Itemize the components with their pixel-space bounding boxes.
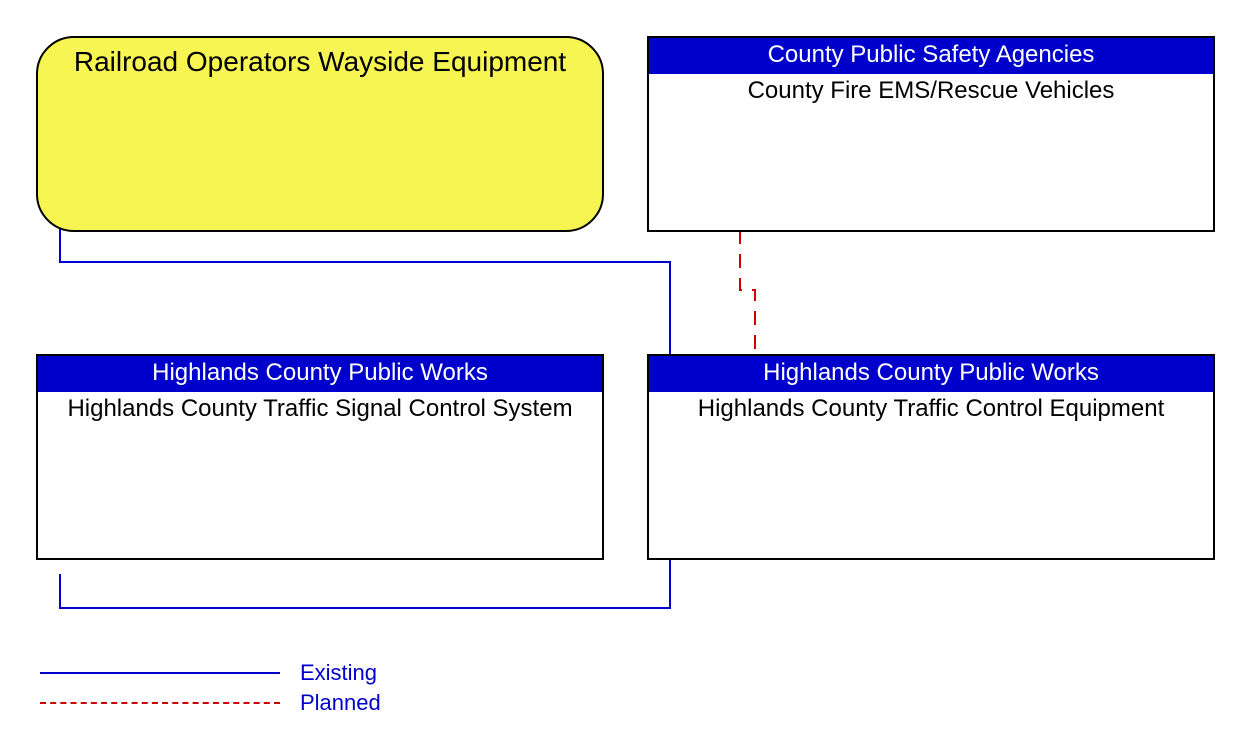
node-railroad-wayside-equipment[interactable]: Railroad Operators Wayside Equipment [36, 36, 604, 232]
legend-line-existing [40, 672, 280, 674]
node-hcpw-equip-header: Highlands County Public Works [649, 356, 1213, 392]
connector-railroad-to-equipment [60, 228, 670, 354]
legend-line-planned [40, 702, 280, 704]
node-county-safety-body: County Fire EMS/Rescue Vehicles [649, 74, 1213, 104]
legend: Existing Planned [40, 658, 381, 718]
legend-row-existing: Existing [40, 658, 381, 688]
node-hcpw-signal-body: Highlands County Traffic Signal Control … [38, 392, 602, 422]
node-hc-traffic-control-equipment[interactable]: Highlands County Public Works Highlands … [647, 354, 1215, 560]
node-hc-traffic-signal-control-system[interactable]: Highlands County Public Works Highlands … [36, 354, 604, 560]
node-railroad-title: Railroad Operators Wayside Equipment [74, 38, 566, 78]
legend-row-planned: Planned [40, 688, 381, 718]
diagram-canvas: Railroad Operators Wayside Equipment Cou… [0, 0, 1252, 746]
legend-label-existing: Existing [300, 660, 377, 686]
node-hcpw-equip-body: Highlands County Traffic Control Equipme… [649, 392, 1213, 422]
node-county-safety-header: County Public Safety Agencies [649, 38, 1213, 74]
connector-signal-to-equipment [60, 558, 670, 608]
connector-ems-to-equipment [740, 230, 755, 354]
node-hcpw-signal-header: Highlands County Public Works [38, 356, 602, 392]
legend-label-planned: Planned [300, 690, 381, 716]
node-county-fire-ems-vehicles[interactable]: County Public Safety Agencies County Fir… [647, 36, 1215, 232]
